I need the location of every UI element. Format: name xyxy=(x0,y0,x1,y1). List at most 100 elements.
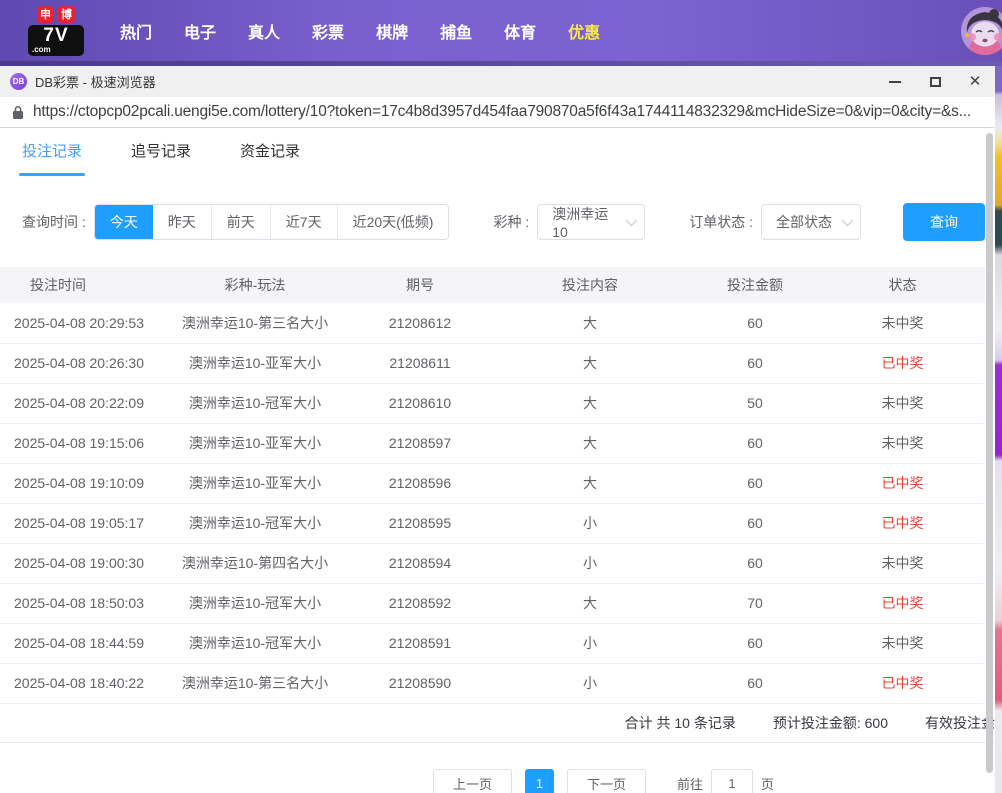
goto-label: 前往 xyxy=(677,774,703,793)
cell-issue: 21208597 xyxy=(350,423,490,463)
close-button[interactable]: ✕ xyxy=(955,66,995,97)
logo-badges: 申 博 xyxy=(28,6,84,23)
filter-toolbar: 查询时间 : 今天 昨天 前天 近7天 近20天(低频) 彩种 : 澳洲幸运10… xyxy=(22,204,995,240)
url-text[interactable]: https://ctopcp02pcali.uengi5e.com/lotter… xyxy=(33,103,971,121)
maximize-button[interactable] xyxy=(915,66,955,97)
tab-fund-records[interactable]: 资金记录 xyxy=(240,141,300,176)
nav-item-live[interactable]: 真人 xyxy=(246,13,282,49)
time-option-yesterday[interactable]: 昨天 xyxy=(153,205,211,239)
cell-bet-amount: 50 xyxy=(690,383,820,423)
cell-game-play: 澳洲幸运10-亚军大小 xyxy=(160,423,350,463)
cell-bet-time: 2025-04-08 20:26:30 xyxy=(0,343,160,383)
table-row: 2025-04-08 19:05:17澳洲幸运10-冠军大小21208595小6… xyxy=(0,503,985,543)
next-page-button[interactable]: 下一页 xyxy=(567,769,646,793)
table-row: 2025-04-08 20:29:53澳洲幸运10-第三名大小21208612大… xyxy=(0,303,985,343)
logo-suffix: .com xyxy=(32,46,80,54)
prev-page-button[interactable]: 上一页 xyxy=(433,769,512,793)
window-controls: ✕ xyxy=(875,66,995,97)
site-logo[interactable]: 申 博 7V .com xyxy=(28,6,84,56)
goto-page-input[interactable] xyxy=(711,769,753,793)
time-option-20days[interactable]: 近20天(低频) xyxy=(337,205,449,239)
vertical-scrollbar[interactable] xyxy=(986,133,993,773)
record-tabs: 投注记录 追号记录 资金记录 xyxy=(0,128,995,176)
minimize-button[interactable] xyxy=(875,66,915,97)
cell-bet-time: 2025-04-08 19:05:17 xyxy=(0,503,160,543)
cell-status: 未中奖 xyxy=(820,303,985,343)
nav-item-slots[interactable]: 电子 xyxy=(182,13,218,49)
minimize-icon xyxy=(889,81,901,83)
nav-item-lottery[interactable]: 彩票 xyxy=(310,13,346,49)
cell-status: 未中奖 xyxy=(820,423,985,463)
cell-bet-amount: 60 xyxy=(690,343,820,383)
header-status: 状态 xyxy=(820,267,985,303)
time-option-7days[interactable]: 近7天 xyxy=(270,205,337,239)
cell-issue: 21208610 xyxy=(350,383,490,423)
table-row: 2025-04-08 20:26:30澳洲幸运10-亚军大小21208611大6… xyxy=(0,343,985,383)
tab-label: 投注记录 xyxy=(22,143,82,160)
tab-label: 资金记录 xyxy=(240,143,300,160)
active-tab-underline xyxy=(19,173,85,176)
cell-game-play: 澳洲幸运10-冠军大小 xyxy=(160,383,350,423)
cell-bet-content: 小 xyxy=(490,623,690,663)
header-bet-time: 投注时间 xyxy=(0,267,160,303)
header-bet-amount: 投注金额 xyxy=(690,267,820,303)
cell-bet-content: 小 xyxy=(490,663,690,703)
cell-bet-content: 大 xyxy=(490,383,690,423)
tab-chase-records[interactable]: 追号记录 xyxy=(131,141,191,176)
cell-bet-content: 小 xyxy=(490,543,690,583)
window-title: DB彩票 - 极速浏览器 xyxy=(35,72,156,91)
cell-bet-content: 大 xyxy=(490,343,690,383)
background-page-edge xyxy=(995,61,1002,793)
cell-bet-content: 大 xyxy=(490,463,690,503)
cell-bet-time: 2025-04-08 20:22:09 xyxy=(0,383,160,423)
cell-bet-time: 2025-04-08 19:00:30 xyxy=(0,543,160,583)
browser-titlebar[interactable]: DB DB彩票 - 极速浏览器 ✕ xyxy=(0,66,995,97)
order-status-label: 订单状态 : xyxy=(689,212,753,232)
cell-bet-time: 2025-04-08 20:29:53 xyxy=(0,303,160,343)
logo-box: 7V .com xyxy=(28,25,84,56)
table-row: 2025-04-08 20:22:09澳洲幸运10-冠军大小21208610大5… xyxy=(0,383,985,423)
cell-status: 未中奖 xyxy=(820,383,985,423)
cell-status: 未中奖 xyxy=(820,543,985,583)
summary-expected-amount: 预计投注金额: 600 xyxy=(773,713,888,733)
cell-bet-amount: 60 xyxy=(690,623,820,663)
cell-bet-content: 大 xyxy=(490,303,690,343)
summary-valid-amount: 有效投注金额 xyxy=(925,713,995,733)
tab-label: 追号记录 xyxy=(131,143,191,160)
cell-bet-time: 2025-04-08 19:10:09 xyxy=(0,463,160,503)
current-page-button[interactable]: 1 xyxy=(525,769,554,793)
nav-item-hot[interactable]: 热门 xyxy=(118,13,154,49)
avatar-illustration xyxy=(961,7,1002,55)
cell-game-play: 澳洲幸运10-亚军大小 xyxy=(160,463,350,503)
tab-bet-records[interactable]: 投注记录 xyxy=(22,141,82,176)
order-status-select[interactable]: 全部状态 xyxy=(761,204,861,240)
cell-status: 已中奖 xyxy=(820,503,985,543)
nav-item-fishing[interactable]: 捕鱼 xyxy=(438,13,474,49)
cell-bet-time: 2025-04-08 18:44:59 xyxy=(0,623,160,663)
cell-bet-amount: 60 xyxy=(690,463,820,503)
address-bar[interactable]: https://ctopcp02pcali.uengi5e.com/lotter… xyxy=(0,97,995,128)
cell-bet-amount: 60 xyxy=(690,303,820,343)
cell-game-play: 澳洲幸运10-第三名大小 xyxy=(160,663,350,703)
site-nav-bar: 申 博 7V .com 热门 电子 真人 彩票 棋牌 捕鱼 体育 优惠 xyxy=(0,0,1002,61)
table-row: 2025-04-08 18:40:22澳洲幸运10-第三名大小21208590小… xyxy=(0,663,985,703)
time-filter-group: 今天 昨天 前天 近7天 近20天(低频) xyxy=(94,204,450,240)
maximize-icon xyxy=(930,77,941,87)
cell-bet-amount: 60 xyxy=(690,503,820,543)
table-row: 2025-04-08 19:10:09澳洲幸运10-亚军大小21208596大6… xyxy=(0,463,985,503)
chevron-down-icon xyxy=(626,215,637,226)
user-avatar[interactable] xyxy=(961,7,1002,55)
cell-bet-time: 2025-04-08 18:40:22 xyxy=(0,663,160,703)
nav-item-board-games[interactable]: 棋牌 xyxy=(374,13,410,49)
lottery-select-value: 澳洲幸运10 xyxy=(552,204,618,240)
nav-item-promotions[interactable]: 优惠 xyxy=(566,13,602,49)
cell-bet-amount: 60 xyxy=(690,543,820,583)
lock-icon xyxy=(12,105,24,120)
time-option-today[interactable]: 今天 xyxy=(95,205,153,239)
search-button[interactable]: 查询 xyxy=(903,203,985,241)
time-option-day-before[interactable]: 前天 xyxy=(211,205,270,239)
lottery-select[interactable]: 澳洲幸运10 xyxy=(537,204,645,240)
table-header-row: 投注时间 彩种-玩法 期号 投注内容 投注金额 状态 xyxy=(0,267,985,303)
cell-bet-time: 2025-04-08 19:15:06 xyxy=(0,423,160,463)
nav-item-sports[interactable]: 体育 xyxy=(502,13,538,49)
